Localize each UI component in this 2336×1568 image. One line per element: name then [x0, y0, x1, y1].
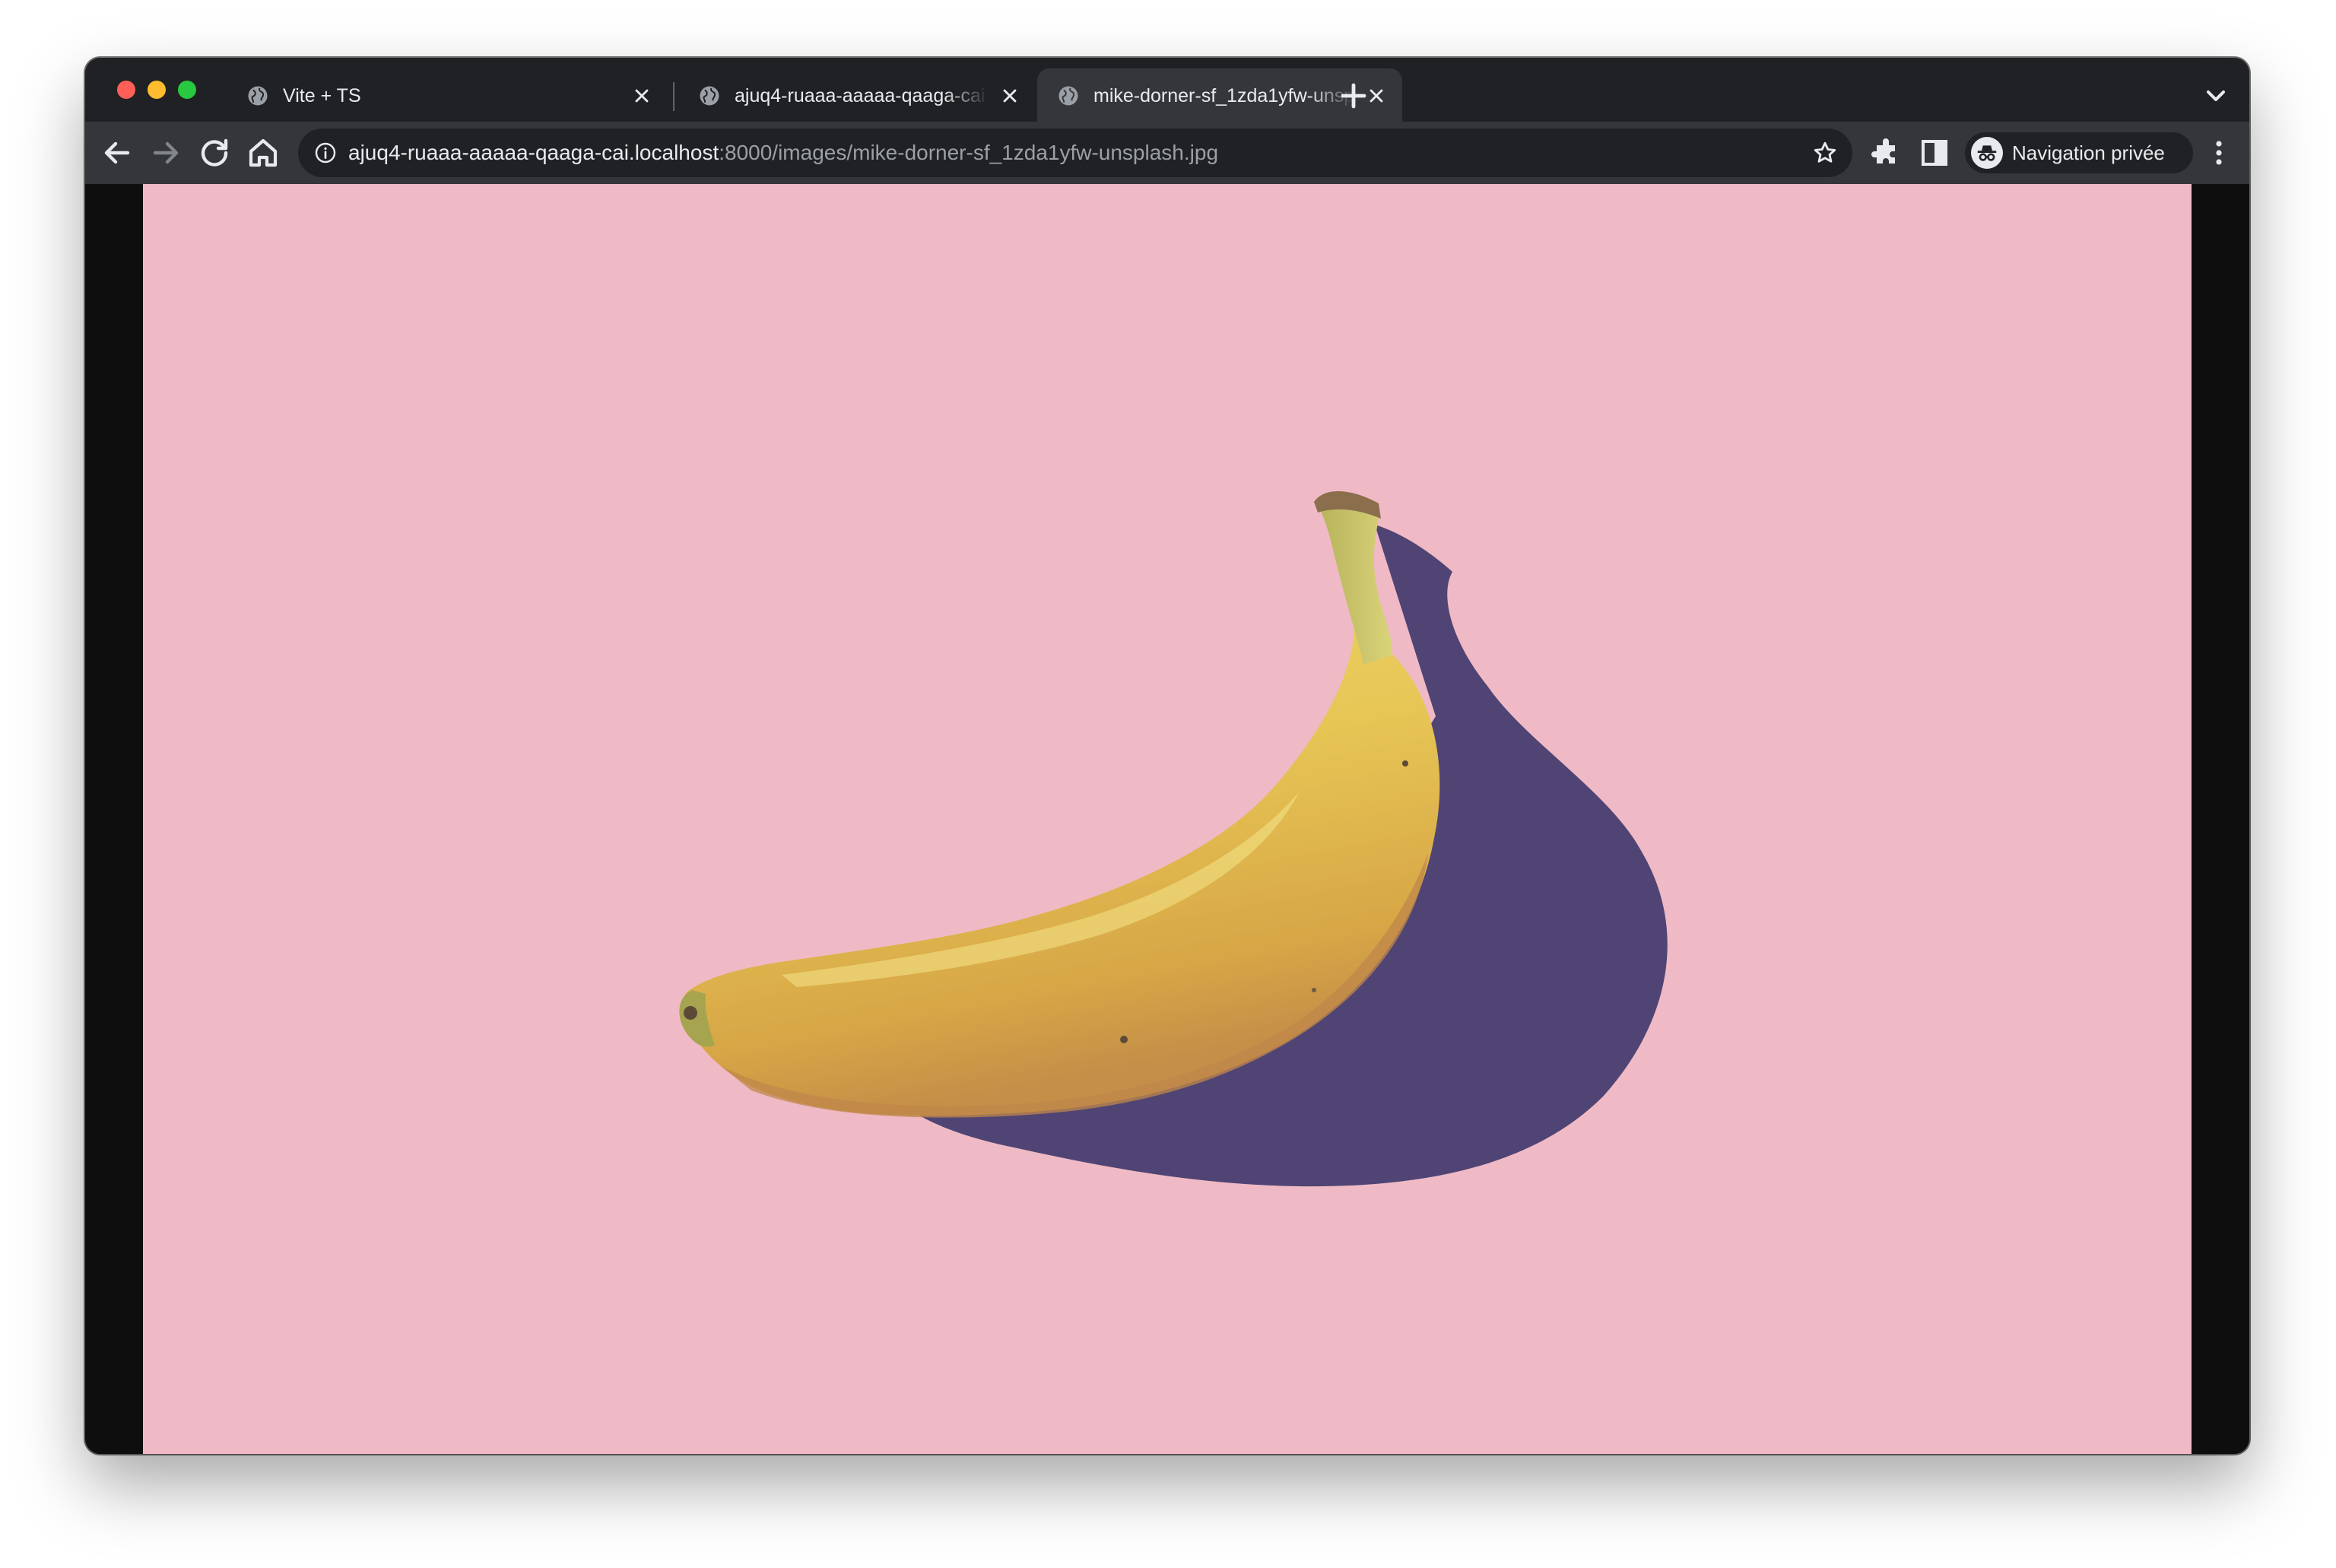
arrow-right-icon[interactable] [148, 135, 184, 171]
puzzle-icon[interactable] [1868, 135, 1904, 171]
tab-vite-ts[interactable]: Vite + TS [227, 68, 668, 122]
banana-speck [1312, 988, 1316, 992]
tab-separator [673, 82, 674, 111]
kebab-menu-icon[interactable] [2201, 135, 2237, 171]
star-icon[interactable] [1811, 139, 1839, 167]
tab-title: Vite + TS [283, 85, 361, 106]
tab-search-chevron-down-icon[interactable] [2201, 81, 2231, 111]
address-url[interactable]: ajuq4-ruaaa-aaaaa-qaaga-cai.localhost:80… [348, 139, 1218, 167]
banana-speck [1402, 760, 1408, 767]
banana-photo [143, 184, 2192, 1454]
close-window-button[interactable] [117, 81, 135, 99]
tab-strip: Vite + TS ajuq4-ruaaa-aaaaa-qaaga-cai mi… [85, 58, 2249, 122]
tab-close-icon[interactable] [999, 85, 1020, 106]
address-path: :8000/images/mike-dorner-sf_1zda1yfw-uns… [719, 141, 1219, 164]
tab-close-icon[interactable] [631, 85, 652, 106]
profile-button[interactable]: Navigation privée [1965, 132, 2193, 173]
side-panel-icon[interactable] [1916, 135, 1953, 171]
globe-icon [248, 86, 268, 106]
tab-canister[interactable]: ajuq4-ruaaa-aaaaa-qaaga-cai [678, 68, 1036, 122]
browser-toolbar: ajuq4-ruaaa-aaaaa-qaaga-cai.localhost:80… [85, 122, 2249, 184]
browser-window: Vite + TS ajuq4-ruaaa-aaaaa-qaaga-cai mi… [85, 58, 2249, 1454]
tab-title: mike-dorner-sf_1zda1yfw-unsplash.jpg [1093, 85, 1355, 106]
minimize-window-button[interactable] [148, 81, 166, 99]
page-content [85, 184, 2249, 1454]
zoom-window-button[interactable] [178, 81, 196, 99]
address-host: ajuq4-ruaaa-aaaaa-qaaga-cai.localhost [348, 141, 719, 164]
tab-title: ajuq4-ruaaa-aaaaa-qaaga-cai [735, 85, 986, 106]
profile-label: Navigation privée [2012, 141, 2165, 164]
incognito-icon [1971, 137, 2003, 169]
home-icon[interactable] [245, 135, 281, 171]
globe-icon [1058, 86, 1078, 106]
site-info-icon[interactable] [313, 141, 338, 165]
new-tab-plus-icon[interactable] [1335, 78, 1372, 114]
reload-icon[interactable] [196, 135, 233, 171]
banana-tip-spot [684, 1006, 697, 1020]
arrow-left-icon[interactable] [99, 135, 135, 171]
address-bar[interactable]: ajuq4-ruaaa-aaaaa-qaaga-cai.localhost:80… [298, 129, 1852, 177]
globe-icon [700, 86, 719, 106]
banana-speck [1120, 1036, 1128, 1043]
